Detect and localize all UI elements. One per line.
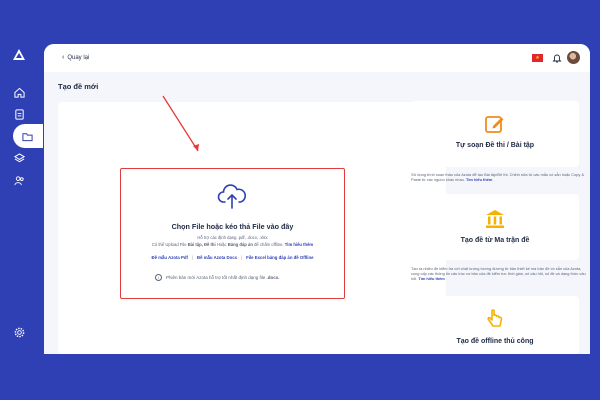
info-icon: i xyxy=(155,274,162,281)
card-desc-text: Sử dụng trình soạn thảo của Azota để tạo… xyxy=(411,172,585,182)
desc-bold-2: Bảng đáp án xyxy=(227,242,253,247)
supported-formats: Hỗ trợ các định dạng .pdf, .docx, .xlsx xyxy=(197,235,268,240)
link-separator: | xyxy=(191,255,194,260)
logo-icon[interactable] xyxy=(12,48,26,62)
document-icon[interactable] xyxy=(11,106,27,122)
back-button[interactable]: ‹ Quay lại xyxy=(62,54,89,61)
home-icon[interactable] xyxy=(11,84,27,100)
hand-pointer-icon xyxy=(487,309,503,327)
desc-prefix: Có thể Upload File xyxy=(151,242,188,247)
notice-text: Phiên bản mới Azota hỗ trợ tốt nhất định… xyxy=(166,275,267,280)
docx-template-link[interactable]: Đề mẫu Azota Docx xyxy=(197,255,237,260)
chevron-left-icon: ‹ xyxy=(62,54,65,61)
dropzone-title: Chọn File hoặc kéo thả File vào đây xyxy=(171,222,294,231)
format-notice: i Phiên bản mới Azota hỗ trợ tốt nhất đị… xyxy=(155,274,279,281)
back-label: Quay lại xyxy=(67,54,90,61)
page-title: Tạo đề mới xyxy=(58,82,99,91)
avatar[interactable] xyxy=(567,51,580,64)
folder-icon[interactable] xyxy=(19,128,35,144)
excel-answer-link[interactable]: File Excel bảng đáp án đề Offline xyxy=(246,255,313,260)
upload-panel: Chọn File hoặc kéo thả File vào đây Hỗ t… xyxy=(58,102,446,354)
card-learn-more-link[interactable]: Tìm hiểu thêm xyxy=(466,177,492,182)
card-learn-more-link[interactable]: Tìm hiểu thêm xyxy=(418,276,444,281)
edit-icon xyxy=(485,116,504,133)
desc-bold-1: Bài tập, Đề thi xyxy=(187,242,216,247)
card-self-compose[interactable]: Tự soạn Đề thi / Bài tập xyxy=(411,101,579,167)
layers-icon[interactable] xyxy=(11,150,27,166)
card-description: Tạo ra nhiều đề kiểm tra với chất lượng … xyxy=(411,266,589,281)
card-description: Sử dụng trình soạn thảo của Azota để tạo… xyxy=(411,172,589,182)
template-links: Đề mẫu Azota Pdf | Đề mẫu Azota Docx | F… xyxy=(121,255,344,260)
bank-icon xyxy=(486,210,504,228)
card-offline-manual[interactable]: Tạo đề offline thủ công xyxy=(411,296,579,354)
desc-suffix: để chấm offline. xyxy=(252,242,284,247)
card-title: Tạo đề từ Ma trận đề xyxy=(460,237,530,244)
learn-more-link[interactable]: Tìm hiểu thêm xyxy=(285,242,313,247)
file-dropzone[interactable]: Chọn File hoặc kéo thả File vào đây Hỗ t… xyxy=(120,168,345,299)
cloud-upload-icon xyxy=(217,184,247,209)
top-bar: ‹ Quay lại ★ xyxy=(44,44,590,72)
settings-icon[interactable] xyxy=(11,324,27,340)
vietnam-flag-icon[interactable]: ★ xyxy=(532,54,543,62)
notice-ext: .docx. xyxy=(266,275,280,280)
users-icon[interactable] xyxy=(11,172,27,188)
card-title: Tự soạn Đề thi / Bài tập xyxy=(455,142,535,149)
desc-mid: Hoặc xyxy=(215,242,228,247)
link-separator: | xyxy=(241,255,243,260)
card-matrix[interactable]: Tạo đề từ Ma trận đề xyxy=(411,194,579,260)
bell-icon[interactable] xyxy=(552,53,562,63)
pdf-template-link[interactable]: Đề mẫu Azota Pdf xyxy=(152,255,188,260)
card-title: Tạo đề offline thủ công xyxy=(456,338,534,345)
upload-description: Có thể Upload File Bài tập, Đề thi Hoặc … xyxy=(121,242,344,247)
